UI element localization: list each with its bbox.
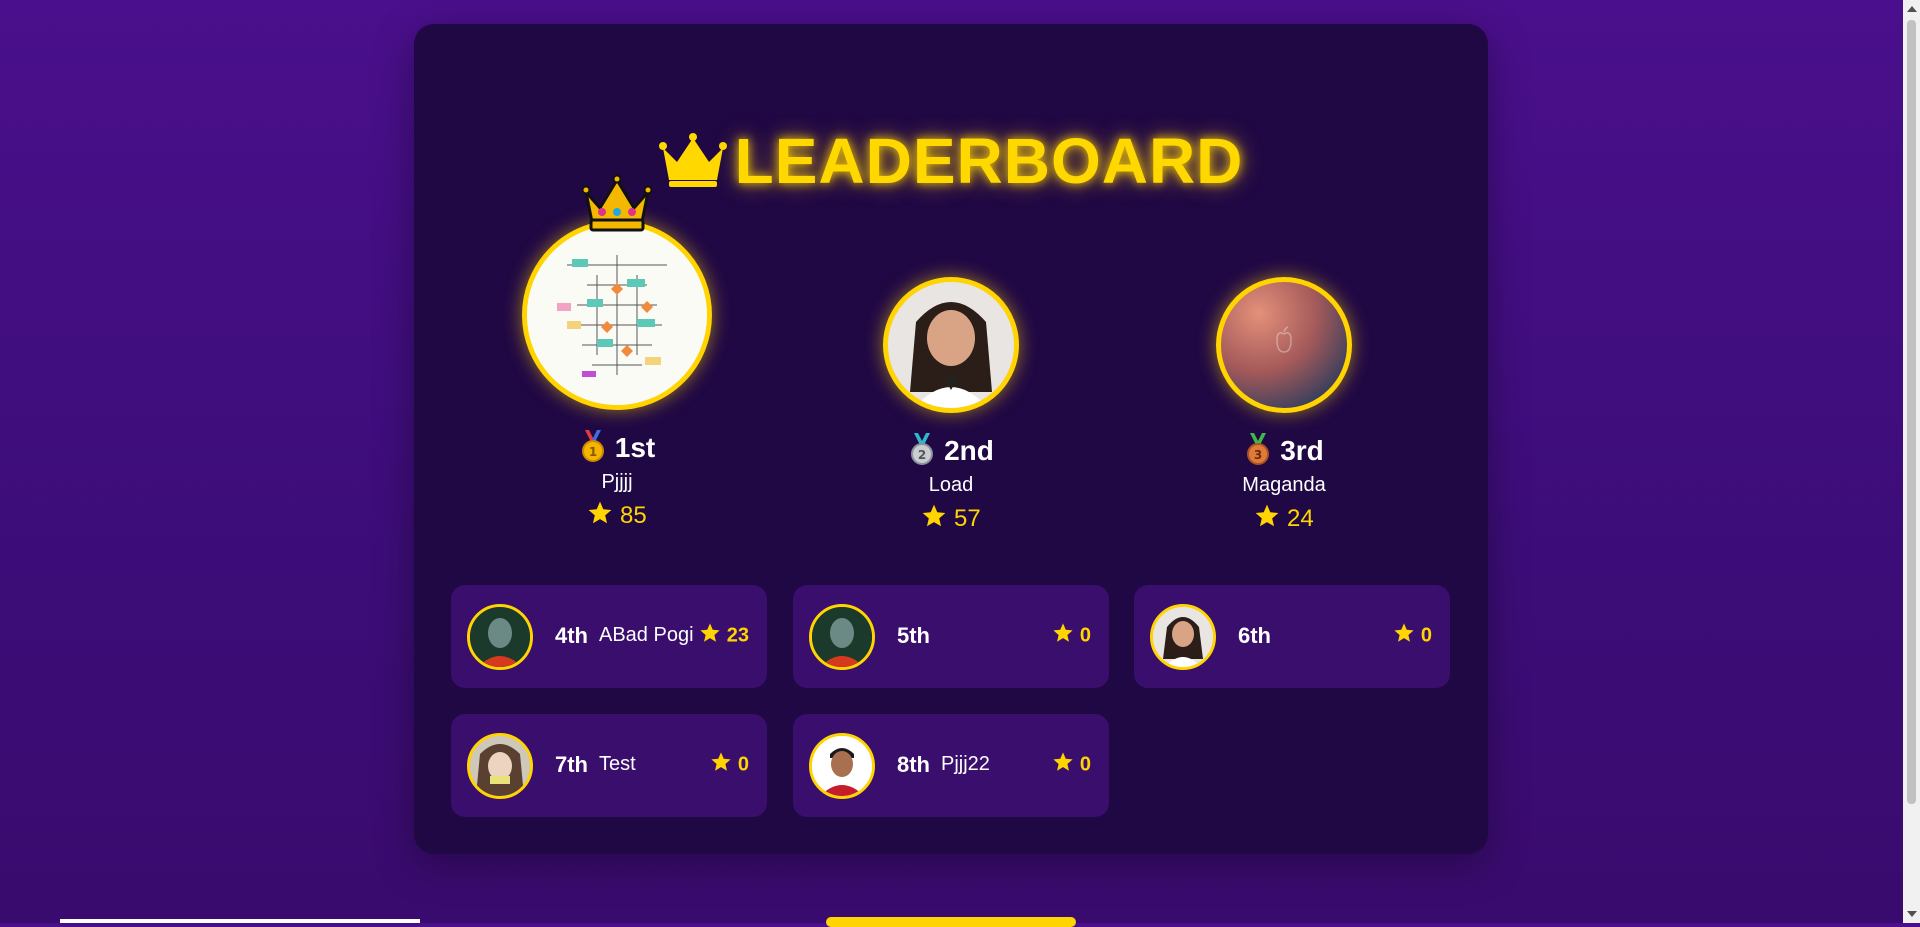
podium-third: 3 3rd Maganda 24: [1154, 277, 1414, 536]
star-icon: [921, 503, 947, 536]
list-item[interactable]: 8th Pjjj22 0: [793, 714, 1109, 817]
player-name: Test: [599, 753, 636, 775]
avatar: [1216, 277, 1352, 413]
star-icon: [1393, 622, 1415, 650]
player-score: 0: [1393, 622, 1432, 650]
star-icon: [710, 751, 732, 779]
crown-icon: [581, 174, 653, 232]
player-name: ABad Pogi: [599, 624, 694, 646]
star-icon: [1052, 622, 1074, 650]
leaderboard-panel: LEADERBOARD 1 1st Pjjjj 85 2 2nd Load 57…: [414, 24, 1488, 854]
star-icon: [699, 622, 721, 650]
silver-medal-icon: 2: [908, 433, 936, 472]
podium-first: 1 1st Pjjjj 85: [487, 174, 747, 533]
player-name: Pjjjj: [601, 471, 633, 493]
bronze-medal-icon: 3: [1244, 433, 1272, 472]
avatar: [1150, 604, 1216, 670]
rank-label: 5th: [897, 623, 930, 648]
rank-label: 7th: [555, 752, 588, 777]
scroll-down-arrow-icon[interactable]: [1907, 911, 1917, 917]
scroll-up-arrow-icon[interactable]: [1907, 6, 1917, 12]
player-score: 0: [1052, 751, 1091, 779]
avatar: [467, 733, 533, 799]
avatar: [883, 277, 1019, 413]
bottom-edge-element: [60, 919, 420, 923]
scrollbar-thumb[interactable]: [1907, 20, 1916, 804]
list-item[interactable]: 6th 0: [1134, 585, 1450, 688]
player-name: Load: [928, 474, 974, 496]
rank-label: 6th: [1238, 623, 1271, 648]
gold-medal-icon: 1: [579, 430, 607, 469]
rank-label: 3 3rd: [1154, 433, 1414, 472]
vertical-scrollbar[interactable]: [1903, 0, 1920, 923]
svg-text:1: 1: [589, 445, 597, 459]
player-score: 24: [1154, 503, 1414, 536]
avatar: [522, 220, 712, 410]
avatar: [809, 604, 875, 670]
bottom-button-edge[interactable]: [826, 917, 1076, 927]
player-score: 0: [1052, 622, 1091, 650]
rank-label: 4th: [555, 623, 588, 648]
player-score: 57: [821, 503, 1081, 536]
rank-label: 8th: [897, 752, 930, 777]
player-name: Maganda: [1242, 474, 1326, 496]
player-score: 0: [710, 751, 749, 779]
star-icon: [1254, 503, 1280, 536]
avatar: [809, 733, 875, 799]
svg-text:3: 3: [1254, 448, 1262, 462]
rank-label: 1 1st: [487, 430, 747, 469]
player-score: 23: [699, 622, 749, 650]
star-icon: [587, 500, 613, 533]
avatar: [467, 604, 533, 670]
svg-text:2: 2: [918, 448, 926, 462]
star-icon: [1052, 751, 1074, 779]
title-text: LEADERBOARD: [734, 125, 1244, 197]
rank-label: 2 2nd: [821, 433, 1081, 472]
podium-second: 2 2nd Load 57: [821, 277, 1081, 536]
list-item[interactable]: 7th Test 0: [451, 714, 767, 817]
list-item[interactable]: 4th ABad Pogi 23: [451, 585, 767, 688]
player-name: Pjjj22: [941, 753, 990, 775]
player-score: 85: [487, 500, 747, 533]
list-item[interactable]: 5th 0: [793, 585, 1109, 688]
